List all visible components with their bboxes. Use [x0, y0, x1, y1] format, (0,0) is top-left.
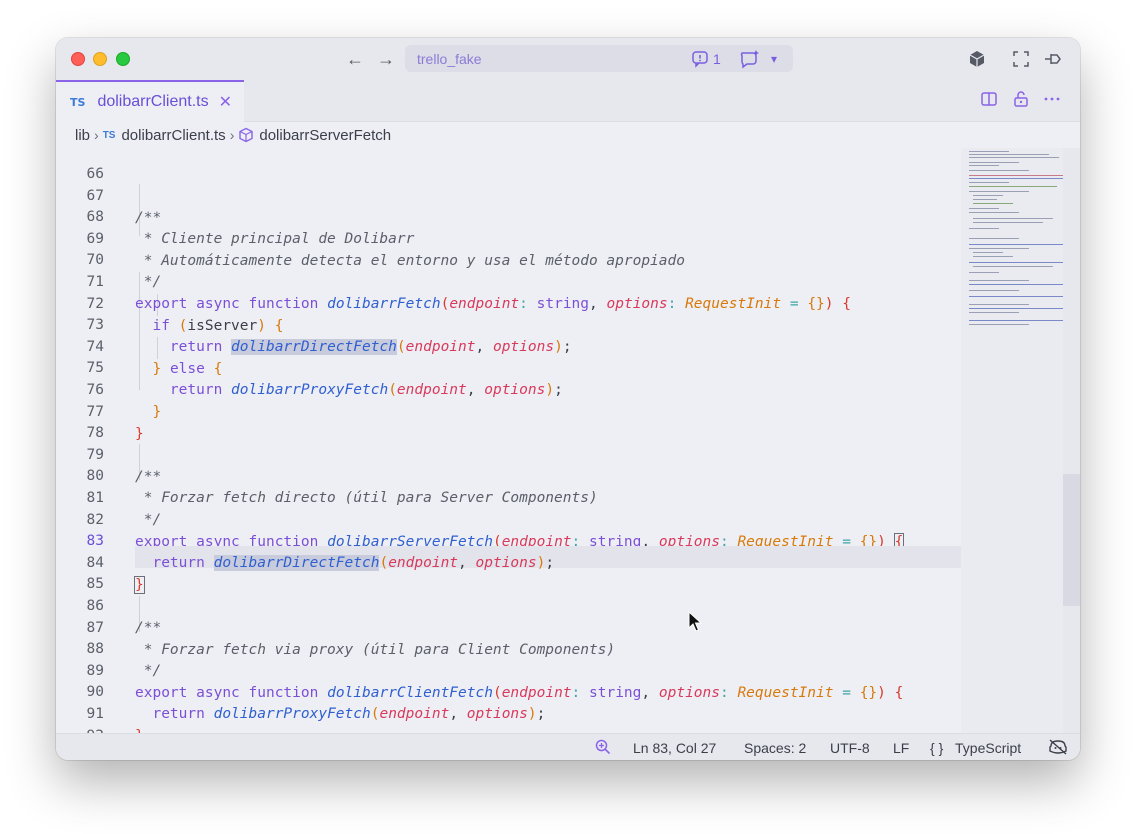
typescript-file-icon: TS: [70, 95, 86, 109]
title-bar: ← → trello_fake 1 ▾: [56, 38, 1080, 80]
code-line: 87 * Forzar fetch via proxy (útil para C…: [86, 620, 616, 658]
chevron-right-icon: ›: [94, 127, 99, 143]
zoom-icon[interactable]: [595, 739, 611, 755]
issues-indicator[interactable]: 1: [691, 49, 721, 69]
minimap[interactable]: [961, 148, 1071, 733]
code-line: 73 return dolibarrDirectFetch(endpoint, …: [86, 317, 572, 355]
comment-icon: [692, 51, 708, 68]
chevron-down-icon[interactable]: ▾: [771, 49, 785, 69]
code-line: 84 }: [86, 555, 145, 594]
vertical-scrollbar[interactable]: [1063, 148, 1080, 733]
close-window-button[interactable]: [71, 52, 85, 66]
status-bar: Ln 83, Col 27 Spaces: 2 UTF-8 LF { } Typ…: [56, 733, 1080, 760]
split-editor-icon[interactable]: [980, 90, 998, 108]
code-line-active: 83 return dolibarrDirectFetch(endpoint, …: [86, 533, 555, 571]
mouse-pointer-icon: [688, 611, 702, 632]
language-mode[interactable]: TypeScript: [955, 740, 1021, 756]
code-line: 69 * Automáticamente detecta el entorno …: [86, 231, 685, 269]
breadcrumb: lib › TS dolibarrClient.ts › dolibarrSer…: [56, 122, 1080, 148]
fullscreen-icon[interactable]: [1011, 49, 1031, 69]
encoding-setting[interactable]: UTF-8: [830, 740, 870, 756]
code-line: 76 }: [86, 382, 162, 420]
code-line: 92: [56, 703, 976, 733]
code-line: 88 */: [86, 641, 162, 679]
code-line: 68 * Cliente principal de Dolibarr: [86, 209, 415, 247]
typescript-file-icon: TS: [102, 129, 116, 141]
code-line: 91 }: [86, 706, 144, 733]
code-line: 66: [86, 166, 104, 182]
eol-setting[interactable]: LF: [893, 740, 909, 756]
breadcrumb-file[interactable]: dolibarrClient.ts: [121, 127, 225, 144]
symbol-method-icon: [239, 127, 254, 143]
pin-icon[interactable]: [1043, 49, 1063, 69]
tab-dolibarrclient[interactable]: TS dolibarrClient.ts ✕: [56, 80, 244, 122]
issues-count: 1: [713, 51, 721, 67]
close-icon[interactable]: ✕: [219, 92, 232, 112]
copilot-icon[interactable]: [1048, 738, 1068, 756]
cursor-position[interactable]: Ln 83, Col 27: [633, 740, 716, 756]
code-line: 90 return dolibarrProxyFetch(endpoint, o…: [86, 684, 546, 722]
tab-bar: TS dolibarrClient.ts ✕: [56, 80, 1080, 122]
braces-icon: { }: [930, 740, 944, 756]
tab-label: dolibarrClient.ts: [97, 93, 209, 110]
copilot-chat-icon[interactable]: [739, 49, 761, 69]
code-line: 82 export async function dolibarrServerF…: [86, 512, 905, 551]
indentation-setting[interactable]: Spaces: 2: [744, 740, 806, 756]
code-editor[interactable]: 66 67 /** 68 * Cliente principal de Doli…: [56, 148, 1080, 733]
code-line: 78: [86, 425, 104, 441]
breadcrumb-symbol[interactable]: dolibarrServerFetch: [259, 127, 391, 144]
maximize-window-button[interactable]: [116, 52, 130, 66]
breadcrumb-folder[interactable]: lib: [75, 127, 90, 144]
code-line: 72 if (isServer) {: [86, 296, 284, 334]
lock-icon[interactable]: [1012, 90, 1030, 108]
command-center-text: trello_fake: [417, 51, 482, 67]
code-line: 70 */: [86, 252, 162, 290]
code-line: 75 return dolibarrProxyFetch(endpoint, o…: [86, 360, 563, 398]
code-line: 81 */: [86, 490, 162, 528]
command-center[interactable]: trello_fake 1 ▾: [405, 45, 793, 72]
code-line: 89 export async function dolibarrClientF…: [86, 663, 904, 701]
code-line: 67 /**: [86, 188, 162, 226]
code-line: 71 export async function dolibarrFetch(e…: [86, 274, 851, 312]
scrollbar-thumb[interactable]: [1063, 474, 1080, 606]
cube-icon[interactable]: [967, 49, 987, 69]
minimize-window-button[interactable]: [93, 52, 107, 66]
code-line: 77 }: [86, 404, 144, 442]
arrow-left-icon[interactable]: ←: [345, 49, 365, 69]
code-line: 86 /**: [86, 598, 162, 636]
code-line: 79 /**: [86, 447, 162, 485]
vscode-window: ← → trello_fake 1 ▾ TS dolibarrClient.ts…: [56, 38, 1080, 760]
arrow-right-icon[interactable]: →: [376, 49, 396, 69]
more-actions-icon[interactable]: [1043, 90, 1061, 108]
code-line: 74 } else {: [86, 339, 223, 377]
code-line: 80 * Forzar fetch directo (útil para Ser…: [86, 468, 598, 506]
chevron-right-icon: ›: [229, 127, 235, 143]
code-line: 85: [86, 576, 104, 592]
